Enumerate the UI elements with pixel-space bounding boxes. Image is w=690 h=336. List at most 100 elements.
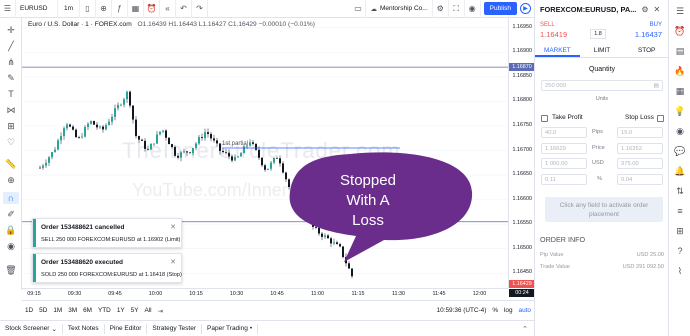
tab-stop[interactable]: STOP [624, 44, 669, 57]
alert-icon[interactable]: ⏰ [144, 0, 160, 18]
candle-body [69, 124, 71, 127]
sl-pips-input[interactable]: 15.0 [617, 127, 663, 138]
fullscreen-icon[interactable]: ⛶ [449, 0, 465, 18]
text-icon[interactable]: T [3, 88, 19, 100]
ruler-icon[interactable]: 📏 [3, 158, 19, 170]
sl-percent-input[interactable]: 0.04 [617, 174, 663, 185]
compare-icon[interactable]: ⊕ [96, 0, 112, 18]
tp-usd-input[interactable]: 1 000.00 [541, 158, 587, 169]
range-1y[interactable]: 1Y [114, 307, 128, 314]
candle-body [195, 143, 197, 149]
sl-price-input[interactable]: 1.16352 [617, 143, 663, 154]
range-5y[interactable]: 5Y [128, 307, 142, 314]
dom-icon[interactable]: ≡ [673, 204, 687, 218]
hotlist-icon[interactable]: 🔥 [673, 64, 687, 78]
layout-selector[interactable]: ☁ Mentorship Co... [366, 0, 433, 18]
candle-body [204, 132, 206, 139]
toast-detail: SOLD 250 000 FOREXCOM:EURUSD at 1.16418 … [41, 272, 182, 278]
eye-icon[interactable]: ◉ [3, 240, 19, 252]
range-5d[interactable]: 5D [36, 307, 50, 314]
pattern-icon[interactable]: ⋈ [3, 104, 19, 116]
go-to-date-icon[interactable]: ⇥ [155, 307, 166, 315]
range-all[interactable]: All [141, 307, 154, 314]
range-1m[interactable]: 1M [50, 307, 65, 314]
calculator-icon[interactable]: ▤ [654, 83, 659, 89]
percent-toggle[interactable]: % [489, 307, 501, 314]
price-axis[interactable]: 1.16950 1.16900 1.16850 1.16800 1.16750 1.167… [508, 18, 535, 297]
sell-label[interactable]: SELL [540, 22, 555, 28]
help-icon[interactable]: ? [673, 244, 687, 258]
signal-icon[interactable]: ⌇ [673, 264, 687, 278]
stop-loss-checkbox[interactable] [657, 115, 664, 122]
crosshair-icon[interactable]: ✛ [3, 24, 19, 36]
place-order-button[interactable]: Click any field to activate order placem… [545, 197, 663, 222]
tab-text-notes[interactable]: Text Notes [63, 323, 105, 334]
notifications-icon[interactable]: 🔔 [673, 164, 687, 178]
tp-pips-input[interactable]: 40.0 [541, 127, 587, 138]
camera-icon[interactable]: ◉ [465, 0, 481, 18]
publish-button[interactable]: Publish [483, 2, 517, 15]
buy-price[interactable]: 1.16437 [635, 30, 662, 39]
tp-price-input[interactable]: 1.16629 [541, 143, 587, 154]
auto-toggle[interactable]: auto [516, 307, 534, 314]
range-ytd[interactable]: YTD [95, 307, 114, 314]
order-panel-icon[interactable]: ⇅ [673, 184, 687, 198]
streams-icon[interactable]: ◉ [673, 124, 687, 138]
maximize-icon[interactable]: ⌃ [522, 325, 528, 333]
icons-icon[interactable]: ♡ [3, 136, 19, 148]
indicators-icon[interactable]: ƒ [112, 0, 128, 18]
lock-icon[interactable]: 🔒 [3, 224, 19, 236]
log-toggle[interactable]: log [501, 307, 516, 314]
sell-price[interactable]: 1.16419 [540, 30, 567, 39]
tab-strategy-tester[interactable]: Strategy Tester [147, 323, 203, 334]
zoom-icon[interactable]: ⊕ [3, 174, 19, 186]
interval-button[interactable]: 1m [58, 0, 80, 18]
layout-icon[interactable]: ▭ [350, 0, 367, 18]
sl-usd-input[interactable]: 375.00 [617, 158, 663, 169]
trend-line-icon[interactable]: ╱ [3, 40, 19, 52]
buy-label[interactable]: BUY [650, 22, 662, 28]
pencil-lock-icon[interactable]: ✐ [3, 208, 19, 220]
magnet-icon[interactable]: ∩ [3, 192, 19, 204]
drawing-toolbar: ✛ ╱ ⋔ ✎ T ⋈ ⊞ ♡ 📏 ⊕ ∩ ✐ 🔒 ◉ 🗑 [0, 18, 22, 290]
range-6m[interactable]: 6M [80, 307, 95, 314]
tab-limit[interactable]: LIMIT [580, 44, 625, 57]
trash-icon[interactable]: 🗑 [3, 264, 19, 276]
take-profit-checkbox[interactable] [541, 115, 548, 122]
candle-body [57, 140, 59, 150]
tab-pine-editor[interactable]: Pine Editor [105, 323, 148, 334]
range-3m[interactable]: 3M [65, 307, 80, 314]
close-icon[interactable]: ✕ [654, 5, 661, 14]
watchlist-icon[interactable]: ☰ [673, 4, 687, 18]
range-1d[interactable]: 1D [22, 307, 36, 314]
clock-display[interactable]: 10:59:36 (UTC-4) [434, 307, 490, 314]
object-tree-icon[interactable]: ⊞ [673, 224, 687, 238]
play-icon[interactable]: ▶ [520, 3, 531, 14]
tab-stock-screener[interactable]: Stock Screener ⌄ [0, 323, 63, 334]
close-icon[interactable]: ✕ [170, 258, 176, 266]
undo-icon[interactable]: ↶ [176, 0, 192, 18]
gear-icon[interactable]: ⚙ [641, 5, 648, 14]
symbol-search[interactable]: EURUSD [16, 0, 58, 18]
tp-percent-input[interactable]: 0.11 [541, 174, 587, 185]
settings-icon[interactable]: ⚙ [433, 0, 449, 18]
redo-icon[interactable]: ↷ [192, 0, 208, 18]
close-icon[interactable]: ✕ [170, 223, 176, 231]
menu-icon[interactable]: ☰ [0, 0, 16, 18]
templates-icon[interactable]: ▦ [128, 0, 144, 18]
replay-icon[interactable]: « [160, 0, 176, 18]
alerts-icon[interactable]: ⏰ [673, 24, 687, 38]
tab-paper-trading[interactable]: Paper Trading • [202, 323, 259, 334]
candle-body [186, 151, 188, 153]
candles-icon[interactable]: ▯ [80, 0, 96, 18]
projection-icon[interactable]: ⊞ [3, 120, 19, 132]
ideas-icon[interactable]: 💡 [673, 104, 687, 118]
quantity-input[interactable]: 250 000 ▤ [541, 80, 663, 91]
pitchfork-icon[interactable]: ⋔ [3, 56, 19, 68]
tab-market[interactable]: MARKET [535, 44, 580, 57]
data-window-icon[interactable]: ▤ [673, 44, 687, 58]
chats-icon[interactable]: 💬 [673, 144, 687, 158]
time-axis[interactable]: 09:15 09:30 09:45 10:00 10:15 10:30 10:45 11:00… [22, 288, 508, 300]
brush-icon[interactable]: ✎ [3, 72, 19, 84]
calendar-icon[interactable]: ▦ [673, 84, 687, 98]
